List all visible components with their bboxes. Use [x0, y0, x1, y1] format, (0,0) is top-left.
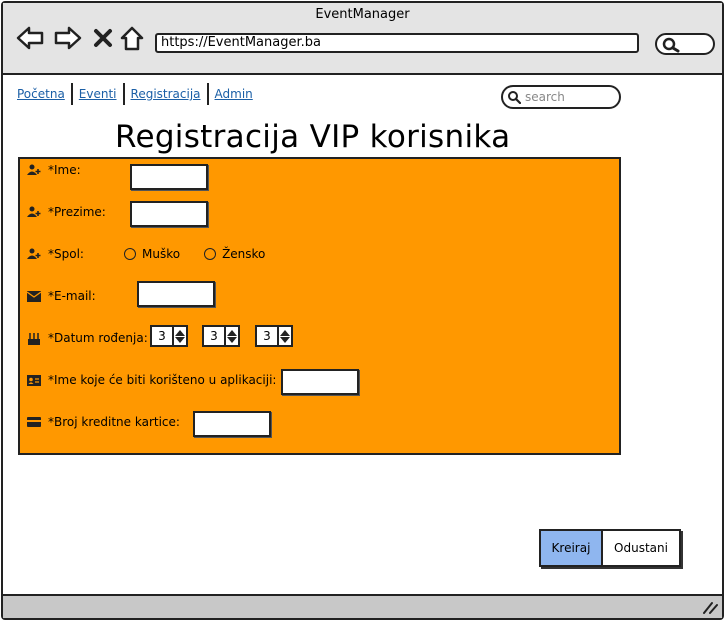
radio-circle [204, 248, 217, 260]
title-bar: EventManager https://EventManager.ba [3, 3, 722, 75]
user-add-icon [26, 247, 42, 261]
window-title: EventManager [315, 7, 410, 22]
ime-label: *Ime: [48, 163, 81, 177]
form-row-spol: *Spol: Muško Žensko [26, 247, 289, 261]
user-add-icon [26, 163, 42, 177]
birthday-cake-icon [26, 331, 42, 345]
id-card-icon [26, 373, 42, 387]
search-icon [662, 37, 680, 53]
close-icon[interactable] [92, 25, 114, 51]
registration-form: *Ime: *Prezime: *Spol: Muško Žensko *E-m… [18, 157, 621, 455]
year-stepper[interactable]: 3 [255, 325, 293, 347]
browser-search-field[interactable] [655, 33, 715, 55]
main-nav: Početna Eventi Registracija Admin [17, 83, 259, 105]
form-row-email: *E-mail: [26, 289, 96, 303]
stepper-arrows-icon[interactable] [224, 327, 238, 345]
day-stepper[interactable]: 3 [150, 325, 188, 347]
search-input[interactable]: search [501, 85, 621, 109]
day-value: 3 [158, 329, 166, 343]
search-placeholder: search [525, 90, 565, 104]
nav-link-eventi[interactable]: Eventi [73, 87, 123, 101]
nav-link-admin[interactable]: Admin [209, 87, 259, 101]
kartica-label: *Broj kreditne kartice: [48, 415, 180, 429]
radio-zensko[interactable]: Žensko [204, 247, 265, 261]
nav-link-registracija[interactable]: Registracija [125, 87, 207, 101]
radio-musko[interactable]: Muško [124, 247, 180, 261]
form-row-kartica: *Broj kreditne kartice: [26, 415, 180, 429]
username-label: *Ime koje će biti korišteno u aplikaciji… [48, 373, 277, 387]
action-buttons: Kreiraj Odustani [539, 529, 681, 567]
prezime-label: *Prezime: [48, 205, 106, 219]
stepper-arrows-icon[interactable] [172, 327, 186, 345]
create-button[interactable]: Kreiraj [541, 531, 603, 565]
kartica-input[interactable] [193, 411, 271, 437]
resize-handle-icon[interactable] [700, 599, 718, 615]
form-row-datum: *Datum rođenja: [26, 331, 148, 345]
nav-link-pocetna[interactable]: Početna [17, 87, 71, 101]
credit-card-icon [26, 415, 42, 429]
envelope-icon [26, 289, 42, 303]
datum-label: *Datum rođenja: [48, 331, 148, 345]
user-add-icon [26, 205, 42, 219]
form-row-prezime: *Prezime: [26, 205, 106, 219]
back-arrow-icon[interactable] [15, 25, 45, 51]
page-title: Registracija VIP korisnika [115, 119, 511, 155]
url-bar[interactable]: https://EventManager.ba [155, 33, 639, 53]
username-input[interactable] [281, 369, 359, 395]
forward-arrow-icon[interactable] [53, 25, 83, 51]
home-icon[interactable] [119, 25, 145, 53]
status-bar [3, 594, 722, 618]
month-stepper[interactable]: 3 [202, 325, 240, 347]
email-input[interactable] [137, 281, 215, 307]
prezime-input[interactable] [130, 201, 208, 227]
form-row-username: *Ime koje će biti korišteno u aplikaciji… [26, 373, 276, 387]
ime-input[interactable] [130, 164, 208, 190]
radio-circle [124, 248, 136, 260]
cancel-button[interactable]: Odustani [603, 531, 679, 565]
month-value: 3 [210, 329, 218, 343]
radio-zensko-label: Žensko [222, 247, 266, 261]
form-row-ime: *Ime: [26, 163, 81, 177]
search-icon [508, 91, 521, 104]
stepper-arrows-icon[interactable] [277, 327, 291, 345]
year-value: 3 [263, 329, 271, 343]
email-label: *E-mail: [48, 289, 96, 303]
spol-label: *Spol: [48, 247, 84, 261]
browser-window: EventManager https://EventManager.ba Poč… [1, 1, 724, 620]
radio-musko-label: Muško [142, 247, 181, 261]
